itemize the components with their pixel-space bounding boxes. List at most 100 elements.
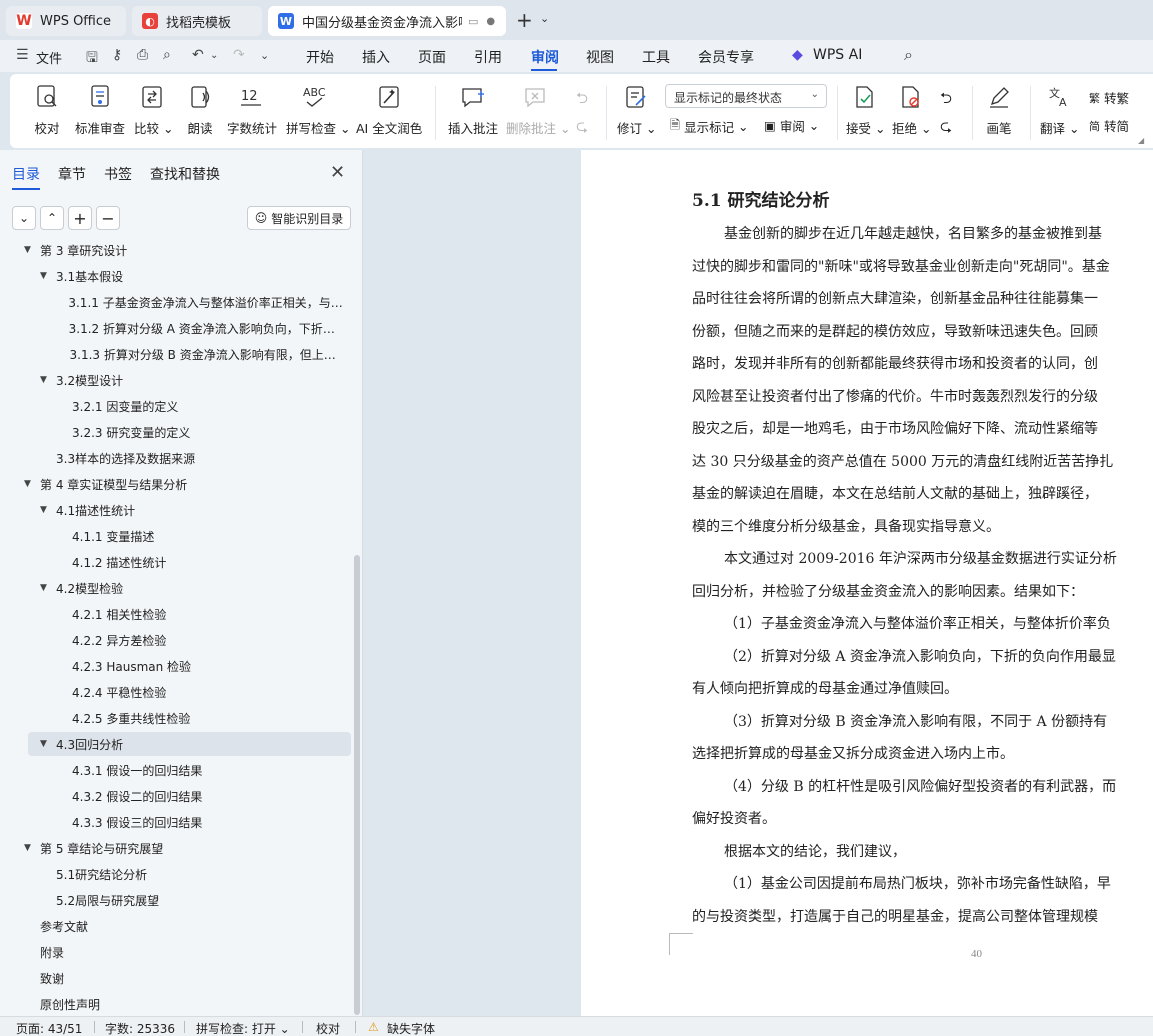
unsaved-dot-icon[interactable]: ●: [486, 16, 495, 27]
tab-template[interactable]: ◐ 找稻壳模板: [132, 6, 262, 36]
menu-file[interactable]: 文件: [36, 48, 62, 67]
toc-item[interactable]: 3.2.1 因变量的定义: [56, 394, 345, 418]
toc-item[interactable]: 5.2局限与研究展望: [40, 888, 345, 912]
caret-down-icon[interactable]: ▼: [24, 245, 40, 255]
toc-item[interactable]: 参考文献: [24, 914, 345, 938]
caret-down-icon[interactable]: ▼: [40, 271, 56, 281]
print-icon[interactable]: ⎙: [137, 47, 148, 63]
chevron-down-icon[interactable]: ⌄: [540, 12, 549, 25]
caret-down-icon[interactable]: ▼: [24, 843, 40, 853]
to-simplified-button[interactable]: 简 转简: [1089, 116, 1129, 135]
menu-start[interactable]: 开始: [306, 47, 334, 67]
print-preview-icon[interactable]: ⌕: [163, 47, 171, 63]
panel-scrollbar[interactable]: [354, 555, 360, 1015]
tab-document[interactable]: W 中国分级基金资金净流入影响因素 ▭ ●: [268, 6, 506, 36]
toc-item[interactable]: 4.1.2 描述性统计: [56, 550, 345, 574]
tab-wps-office[interactable]: W WPS Office: [6, 6, 126, 36]
search-icon[interactable]: ⌕: [904, 45, 913, 65]
word-count-indicator[interactable]: 字数: 25336: [105, 1020, 175, 1036]
menu-tools[interactable]: 工具: [642, 47, 670, 67]
toc-item[interactable]: 3.1.2 折算对分级 A 资金净流入影响负向，下折的负向作用最显著: [56, 316, 345, 340]
document-body[interactable]: 5.1 研究结论分析 基金创新的脚步在近几年越走越快，名目繁多的基金被推到基 过快…: [692, 186, 1153, 933]
toc-item[interactable]: 4.1.1 变量描述: [56, 524, 345, 548]
insert-comment-button[interactable]: 插入批注: [447, 80, 499, 137]
caret-down-icon[interactable]: ▼: [40, 505, 56, 515]
ribbon-expand-icon[interactable]: ◢: [1138, 136, 1144, 145]
toc-item[interactable]: ▼ 3.1基本假设: [40, 264, 345, 288]
toc-item[interactable]: ▼ 4.3回归分析: [40, 732, 345, 756]
menu-wps-ai[interactable]: WPS AI: [813, 47, 862, 63]
expand-up-button[interactable]: ⌃: [40, 206, 64, 230]
toc-item[interactable]: 4.2.3 Hausman 检验: [56, 654, 345, 678]
collapse-all-button[interactable]: ⌄: [12, 206, 36, 230]
word-count-button[interactable]: 12 字数统计: [226, 80, 278, 137]
spell-check-status[interactable]: 拼写检查: 打开 ⌄: [196, 1020, 290, 1036]
monitor-icon[interactable]: ▭: [468, 15, 478, 28]
toc-item[interactable]: ▼ 第 3 章研究设计: [24, 240, 345, 262]
menu-reference[interactable]: 引用: [474, 47, 502, 67]
toc-item[interactable]: 3.1.1 子基金资金净流入与整体溢价率正相关，与整体折价率负相关: [56, 290, 345, 314]
toc-item[interactable]: 3.1.3 折算对分级 B 资金净流入影响有限，但上折的作用显著: [56, 342, 345, 366]
next-change-icon[interactable]: ⮎: [940, 116, 952, 141]
toc-item[interactable]: 4.2.4 平稳性检验: [56, 680, 345, 704]
toc-item[interactable]: 4.3.3 假设三的回归结果: [56, 810, 345, 834]
smart-toc-button[interactable]: ☺ 智能识别目录: [247, 206, 351, 230]
review-pane-button[interactable]: ▣ 审阅 ⌄: [764, 116, 819, 135]
toc-item[interactable]: 4.3.2 假设二的回归结果: [56, 784, 345, 808]
reject-button[interactable]: 拒绝 ⌄: [892, 80, 931, 137]
more-chevron-icon[interactable]: ⌄: [260, 49, 269, 62]
remove-heading-button[interactable]: −: [96, 206, 120, 230]
toc-item[interactable]: 附录: [24, 940, 345, 964]
to-traditional-button[interactable]: 繁 转繁: [1089, 88, 1129, 107]
close-icon[interactable]: ✕: [330, 162, 345, 183]
toc-item[interactable]: ▼ 第 5 章结论与研究展望: [24, 836, 345, 860]
previous-change-icon[interactable]: ⮌: [940, 88, 952, 113]
toc-item[interactable]: 4.2.5 多重共线性检验: [56, 706, 345, 730]
toc-item[interactable]: ▼ 3.2模型设计: [40, 368, 345, 392]
key-icon[interactable]: ⚷: [112, 47, 122, 63]
track-changes-button[interactable]: 修订 ⌄: [617, 80, 656, 137]
menu-page[interactable]: 页面: [418, 47, 446, 67]
tab-chapters[interactable]: 章节: [58, 164, 86, 184]
menu-member[interactable]: 会员专享: [698, 47, 754, 67]
toc-item[interactable]: 原创性声明: [24, 992, 345, 1016]
spell-check-button[interactable]: ABC 拼写检查 ⌄: [286, 80, 350, 137]
page-indicator[interactable]: 页面: 43/51: [16, 1020, 82, 1036]
redo-icon[interactable]: ↷: [233, 47, 245, 63]
previous-comment-icon[interactable]: ⮌: [576, 88, 588, 113]
undo-dropdown-icon[interactable]: ⌄: [210, 50, 218, 61]
caret-down-icon[interactable]: ▼: [40, 375, 56, 385]
ai-polish-button[interactable]: AI 全文润色: [356, 80, 422, 137]
read-aloud-button[interactable]: 朗读: [185, 80, 215, 137]
new-tab-icon[interactable]: +: [516, 8, 533, 32]
compare-button[interactable]: 比较 ⌄: [134, 80, 173, 137]
toc-item[interactable]: 4.2.2 异方差检验: [56, 628, 345, 652]
tab-toc[interactable]: 目录: [12, 164, 40, 184]
save-icon[interactable]: 🖫: [86, 47, 98, 71]
caret-down-icon[interactable]: ▼: [40, 739, 56, 749]
toc-item[interactable]: ▼ 4.1描述性统计: [40, 498, 345, 522]
wps-ai-icon[interactable]: ◆: [792, 47, 803, 63]
menu-view[interactable]: 视图: [586, 47, 614, 67]
proofread-button[interactable]: 校对: [32, 80, 62, 137]
accept-button[interactable]: 接受 ⌄: [846, 80, 885, 137]
pen-button[interactable]: 画笔: [984, 80, 1014, 137]
delete-comment-button[interactable]: 删除批注 ⌄: [506, 80, 570, 137]
add-heading-button[interactable]: +: [68, 206, 92, 230]
toc-item[interactable]: 5.1研究结论分析: [40, 862, 345, 886]
proof-status[interactable]: 校对: [316, 1020, 340, 1036]
hamburger-icon[interactable]: ☰: [16, 47, 29, 63]
menu-insert[interactable]: 插入: [362, 47, 390, 67]
caret-down-icon[interactable]: ▼: [40, 583, 56, 593]
tab-bookmarks[interactable]: 书签: [104, 164, 132, 184]
caret-down-icon[interactable]: ▼: [24, 479, 40, 489]
translate-button[interactable]: 文A 翻译 ⌄: [1040, 80, 1079, 137]
missing-font-status[interactable]: 缺失字体: [387, 1020, 435, 1036]
tab-find-replace[interactable]: 查找和替换: [150, 164, 220, 184]
show-markup-button[interactable]: 🗎 显示标记 ⌄: [670, 116, 749, 137]
std-review-button[interactable]: 标准审查: [74, 80, 126, 137]
toc-item[interactable]: 3.3样本的选择及数据来源: [40, 446, 345, 470]
menu-review[interactable]: 审阅: [531, 47, 559, 67]
toc-item[interactable]: ▼ 4.2模型检验: [40, 576, 345, 600]
toc-item[interactable]: 4.2.1 相关性检验: [56, 602, 345, 626]
